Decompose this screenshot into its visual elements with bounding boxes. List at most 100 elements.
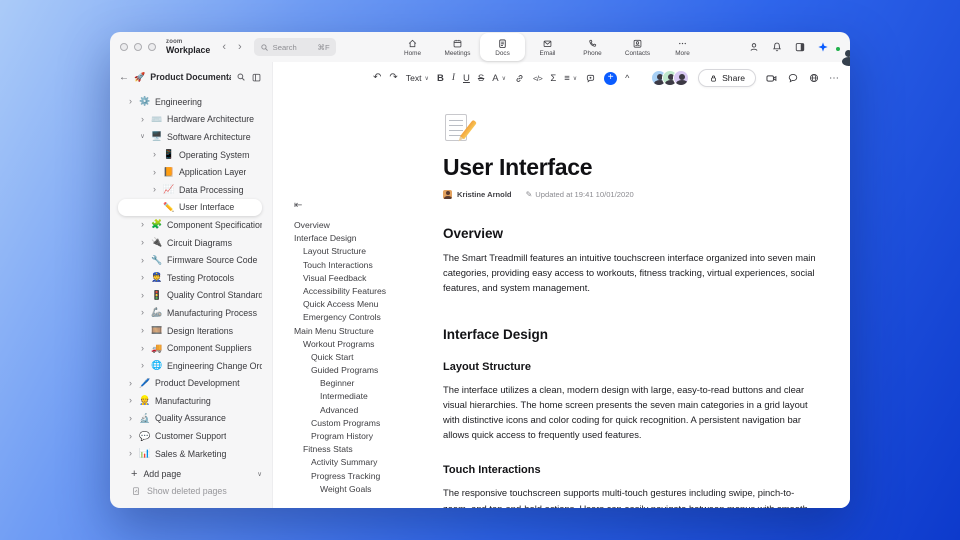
strikethrough-button[interactable]: S bbox=[478, 73, 484, 84]
code-button[interactable]: </> bbox=[533, 74, 543, 83]
chevron-icon[interactable]: › bbox=[139, 255, 146, 265]
document-emoji-icon[interactable] bbox=[443, 113, 477, 142]
heading-overview[interactable]: Overview bbox=[443, 226, 819, 241]
outline-item[interactable]: Quick Start bbox=[294, 351, 443, 364]
ai-companion-sparkle-icon[interactable] bbox=[817, 41, 829, 53]
tab-phone[interactable]: Phone bbox=[570, 33, 615, 61]
chevron-icon[interactable]: › bbox=[151, 167, 158, 177]
notifications-bell-icon[interactable] bbox=[771, 41, 783, 53]
video-camera-icon[interactable] bbox=[765, 72, 778, 85]
sidebar-collapse-button[interactable] bbox=[251, 72, 262, 83]
chevron-icon[interactable]: › bbox=[139, 114, 146, 124]
tree-item[interactable]: › 🦾 Manufacturing Process bbox=[118, 304, 262, 322]
paragraph-layout-structure[interactable]: The interface utilizes a clean, modern d… bbox=[443, 382, 819, 443]
heading-layout-structure[interactable]: Layout Structure bbox=[443, 361, 819, 373]
tree-item[interactable]: › 📊 Sales & Marketing bbox=[118, 445, 262, 463]
chevron-icon[interactable]: › bbox=[127, 97, 134, 106]
chevron-icon[interactable]: › bbox=[139, 361, 146, 370]
tree-item[interactable]: › 🖊️ Product Development bbox=[118, 375, 262, 393]
show-deleted-pages-button[interactable]: Show deleted pages bbox=[118, 482, 262, 500]
underline-button[interactable]: U bbox=[463, 73, 470, 84]
more-options-button[interactable]: ⋯ bbox=[829, 73, 840, 84]
tab-docs[interactable]: Docs bbox=[480, 33, 525, 61]
tree-item[interactable]: › 🧩 Component Specifications bbox=[118, 216, 262, 234]
chevron-icon[interactable]: › bbox=[139, 326, 146, 335]
outline-item[interactable]: Advanced bbox=[294, 404, 443, 417]
tree-item[interactable]: › 📙 Application Layer bbox=[118, 163, 262, 181]
maximize-button[interactable] bbox=[148, 43, 156, 51]
chevron-icon[interactable]: › bbox=[151, 185, 158, 194]
outline-item[interactable]: Accessibility Features bbox=[294, 285, 443, 298]
profile-icon[interactable] bbox=[748, 41, 760, 53]
paragraph-touch-interactions[interactable]: The responsive touchscreen supports mult… bbox=[443, 485, 819, 508]
document-title[interactable]: User Interface bbox=[443, 154, 819, 181]
list-align-dropdown[interactable]: ≡ ∨ bbox=[564, 73, 577, 84]
outline-item[interactable]: Weight Goals bbox=[294, 483, 443, 496]
chevron-icon[interactable]: › bbox=[127, 396, 134, 405]
global-search-input[interactable]: Search ⌘F bbox=[253, 38, 336, 56]
bold-button[interactable]: B bbox=[437, 73, 444, 84]
heading-interface-design[interactable]: Interface Design bbox=[443, 327, 819, 342]
outline-item[interactable]: Layout Structure bbox=[294, 245, 443, 258]
text-style-dropdown[interactable]: Text ∨ bbox=[406, 73, 429, 83]
tree-item[interactable]: › ⌨️ Hardware Architecture bbox=[118, 111, 262, 129]
heading-touch-interactions[interactable]: Touch Interactions bbox=[443, 464, 819, 476]
nav-forward-button[interactable]: › bbox=[238, 41, 242, 53]
chevron-icon[interactable]: › bbox=[127, 431, 134, 441]
chevron-icon[interactable]: › bbox=[139, 238, 146, 247]
tree-item[interactable]: › 🔧 Firmware Source Code bbox=[118, 251, 262, 269]
outline-item[interactable]: Intermediate bbox=[294, 390, 443, 403]
chevron-icon[interactable]: › bbox=[127, 413, 134, 423]
outline-item[interactable]: Overview bbox=[294, 219, 443, 232]
chevron-icon[interactable]: › bbox=[127, 378, 134, 388]
chevron-icon[interactable]: › bbox=[139, 308, 146, 317]
outline-item[interactable]: Emergency Controls bbox=[294, 311, 443, 324]
tree-item[interactable]: › ⚙️ Engineering bbox=[118, 93, 262, 111]
tab-meetings[interactable]: Meetings bbox=[435, 33, 480, 61]
side-panel-icon[interactable] bbox=[794, 41, 806, 53]
outline-item[interactable]: Progress Tracking bbox=[294, 470, 443, 483]
redo-button[interactable]: ↷ bbox=[389, 73, 397, 83]
link-icon[interactable] bbox=[514, 73, 525, 84]
outline-item[interactable]: Quick Access Menu bbox=[294, 298, 443, 311]
outline-item[interactable]: Workout Programs bbox=[294, 338, 443, 351]
tree-item[interactable]: › 🎞️ Design Iterations bbox=[118, 322, 262, 340]
globe-icon[interactable] bbox=[808, 72, 820, 84]
chevron-icon[interactable]: › bbox=[139, 290, 146, 300]
document-body[interactable]: User Interface Kristine Arnold ✎ Updated… bbox=[443, 94, 819, 508]
nav-back-button[interactable]: ‹ bbox=[222, 41, 226, 53]
sidebar-search-button[interactable] bbox=[236, 72, 246, 82]
equation-button[interactable]: Σ bbox=[550, 73, 556, 84]
close-button[interactable] bbox=[120, 43, 128, 51]
text-color-dropdown[interactable]: A ∨ bbox=[492, 73, 506, 84]
outline-item[interactable]: Interface Design bbox=[294, 232, 443, 245]
collapse-toolbar-button[interactable]: ^ bbox=[625, 73, 629, 83]
tree-item[interactable]: › 🚚 Component Suppliers bbox=[118, 339, 262, 357]
undo-button[interactable]: ↶ bbox=[373, 73, 381, 83]
share-button[interactable]: Share bbox=[698, 69, 756, 87]
tree-item[interactable]: › 🔌 Circuit Diagrams bbox=[118, 234, 262, 252]
tree-item[interactable]: › 👷 Manufacturing bbox=[118, 392, 262, 410]
tree-item[interactable]: › 👮 Testing Protocols bbox=[118, 269, 262, 287]
tree-item[interactable]: ∨ 🖥️ Software Architecture bbox=[118, 128, 262, 146]
outline-item[interactable]: Custom Programs bbox=[294, 417, 443, 430]
tab-more[interactable]: More bbox=[660, 33, 705, 61]
chat-bubble-icon[interactable] bbox=[787, 72, 799, 84]
tree-item[interactable]: › 🚦 Quality Control Standards bbox=[118, 287, 262, 305]
collaborator-avatar[interactable] bbox=[673, 70, 690, 86]
sidebar-back-button[interactable]: ← bbox=[119, 72, 129, 83]
insert-button[interactable]: + bbox=[604, 71, 618, 85]
outline-item[interactable]: Guided Programs bbox=[294, 364, 443, 377]
outline-item[interactable]: Main Menu Structure bbox=[294, 325, 443, 338]
tree-item[interactable]: › 📱 Operating System bbox=[118, 146, 262, 164]
chevron-icon[interactable]: › bbox=[127, 449, 134, 458]
tree-item[interactable]: › 🌐 Engineering Change Orders bbox=[118, 357, 262, 375]
chevron-down-icon[interactable]: ∨ bbox=[257, 470, 262, 478]
outline-item[interactable]: Visual Feedback bbox=[294, 272, 443, 285]
tab-home[interactable]: Home bbox=[390, 33, 435, 61]
tree-item[interactable]: ✏️ User Interface bbox=[118, 198, 262, 217]
workspace-title[interactable]: Product Documenta... bbox=[150, 72, 231, 82]
tab-email[interactable]: Email bbox=[525, 33, 570, 61]
outline-item[interactable]: Program History bbox=[294, 430, 443, 443]
outline-item[interactable]: Beginner bbox=[294, 377, 443, 390]
